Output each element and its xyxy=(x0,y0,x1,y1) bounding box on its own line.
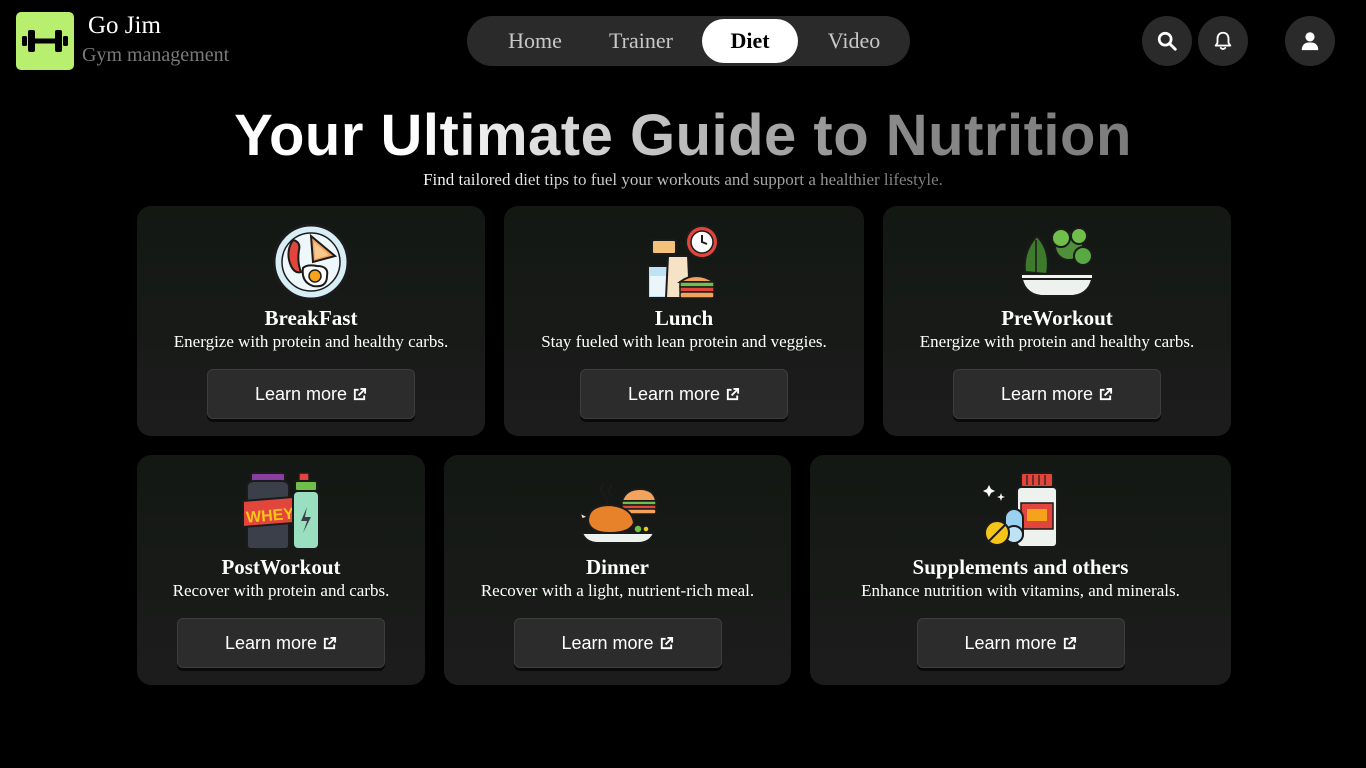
external-link-icon xyxy=(323,636,337,649)
card-description: Energize with protein and healthy carbs. xyxy=(173,332,449,351)
page-title: Your Ultimate Guide to Nutrition xyxy=(0,102,1366,169)
learn-more-label: Learn more xyxy=(224,632,318,653)
learn-more-label: Learn more xyxy=(254,383,348,404)
learn-more-label: Learn more xyxy=(964,632,1057,653)
main-nav: Home Trainer Diet Video xyxy=(467,16,910,66)
external-link-icon xyxy=(353,387,367,400)
card-title: BreakFast xyxy=(264,306,358,330)
learn-more-button[interactable]: Learn more xyxy=(953,369,1161,419)
brand-subtitle: Gym management xyxy=(82,44,230,66)
whey-protein-icon: WHEY xyxy=(242,472,320,550)
learn-more-label: Learn more xyxy=(627,383,721,404)
logo[interactable] xyxy=(16,12,74,70)
external-link-icon xyxy=(1063,636,1076,649)
external-link-icon xyxy=(726,387,740,400)
learn-more-button[interactable]: Learn more xyxy=(513,618,722,668)
profile-button[interactable] xyxy=(1285,16,1335,66)
salad-bowl-icon xyxy=(1019,227,1095,297)
search-icon xyxy=(1157,31,1177,51)
diet-card-lunch: Lunch Stay fueled with lean protein and … xyxy=(504,206,864,436)
diet-card-postworkout: WHEY PostWorkout Recover with protein an… xyxy=(137,455,425,685)
brand-name: Go Jim xyxy=(88,12,161,39)
notifications-button[interactable] xyxy=(1198,16,1248,66)
external-link-icon xyxy=(1099,387,1113,400)
card-title: PreWorkout xyxy=(1001,306,1113,330)
diet-card-supplements: Supplements and others Enhance nutrition… xyxy=(810,455,1231,685)
diet-card-dinner: Dinner Recover with a light, nutrient-ri… xyxy=(444,455,791,685)
card-description: Enhance nutrition with vitamins, and min… xyxy=(861,581,1180,600)
external-link-icon xyxy=(660,636,673,649)
diet-card-breakfast: BreakFast Energize with protein and heal… xyxy=(137,206,485,436)
lunch-meal-icon xyxy=(647,225,719,299)
card-title: PostWorkout xyxy=(221,555,341,579)
page-subtitle: Find tailored diet tips to fuel your wor… xyxy=(0,170,1366,190)
card-title: Dinner xyxy=(586,555,649,579)
learn-more-button[interactable]: Learn more xyxy=(916,618,1125,668)
card-description: Recover with a light, nutrient-rich meal… xyxy=(480,581,755,600)
diet-card-preworkout: PreWorkout Energize with protein and hea… xyxy=(883,206,1231,436)
dumbbell-icon xyxy=(22,30,68,52)
card-title: Lunch xyxy=(654,306,714,330)
learn-more-button[interactable]: Learn more xyxy=(580,369,788,419)
card-description: Energize with protein and healthy carbs. xyxy=(919,332,1195,351)
learn-more-button[interactable]: Learn more xyxy=(177,618,385,668)
nav-video[interactable]: Video xyxy=(811,19,897,63)
nav-diet[interactable]: Diet xyxy=(702,19,798,63)
card-description: Stay fueled with lean protein and veggie… xyxy=(541,332,827,351)
supplements-icon xyxy=(982,472,1058,548)
nav-home[interactable]: Home xyxy=(485,19,585,63)
learn-more-label: Learn more xyxy=(561,632,654,653)
search-button[interactable] xyxy=(1142,16,1192,66)
card-title: Supplements and others xyxy=(912,555,1129,579)
card-description: Recover with protein and carbs. xyxy=(172,581,390,600)
learn-more-label: Learn more xyxy=(1000,383,1094,404)
user-icon xyxy=(1301,32,1319,51)
breakfast-plate-icon xyxy=(272,223,350,301)
learn-more-button[interactable]: Learn more xyxy=(207,369,415,419)
bell-icon xyxy=(1214,31,1232,50)
roast-chicken-icon xyxy=(578,482,657,544)
nav-trainer[interactable]: Trainer xyxy=(593,19,689,63)
